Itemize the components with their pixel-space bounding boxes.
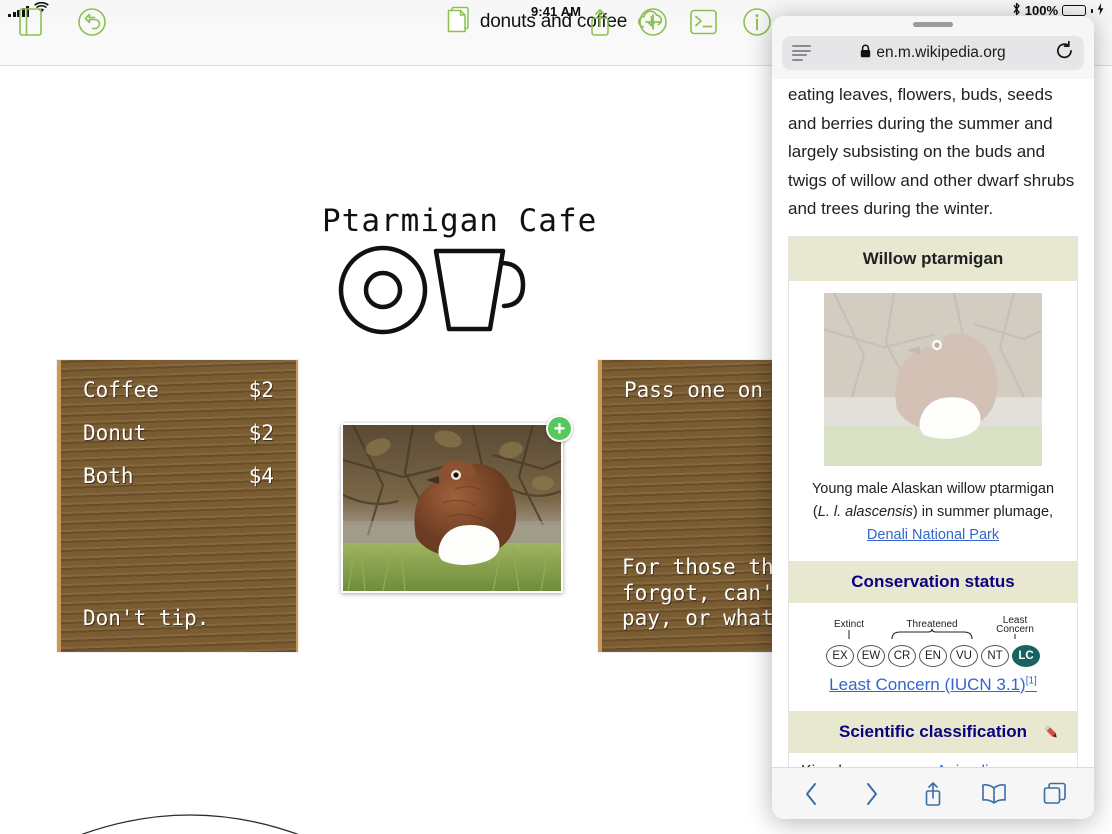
svg-text:Concern: Concern [996,624,1034,635]
infobox-conservation-status: Extinct Threatened Least Concern EX EW C… [789,603,1077,711]
infobox-image-cell [789,280,1077,474]
browser-url-bar-area: en.m.wikipedia.org [772,32,1094,79]
menu-item-label: Donut [83,421,147,445]
charging-bolt-icon [1097,3,1104,18]
svg-text:Extinct: Extinct [834,619,864,630]
caption-species-italic: L. l. alascensis [817,503,913,520]
pencil-edit-icon[interactable] [1040,716,1070,746]
web-page-content[interactable]: eating leaves, flowers, buds, seeds and … [772,79,1094,767]
iucn-category-en[interactable]: EN [919,644,947,667]
infobox-title: Willow ptarmigan [789,236,1077,281]
iucn-scale-labels: Extinct Threatened Least Concern [834,615,1034,639]
back-button[interactable] [789,774,833,814]
iucn-category-list: EX EW CR EN VU NT LC [797,644,1069,667]
large-arc-outline [0,750,390,834]
classification-row: Kingdom: Animalia [789,752,1077,767]
undo-button[interactable] [77,7,107,37]
url-text: en.m.wikipedia.org [876,44,1006,61]
bookmarks-button[interactable] [972,774,1016,814]
infobox-conservation-header: Conservation status [789,560,1077,603]
share-button[interactable] [586,7,614,37]
iucn-category-ex[interactable]: EX [826,644,854,667]
tabs-button[interactable] [1033,774,1077,814]
iucn-category-ew[interactable]: EW [857,644,885,667]
battery-cap [1091,8,1093,13]
forward-button[interactable] [850,774,894,814]
iucn-category-vu[interactable]: VU [950,644,978,667]
url-bar[interactable]: en.m.wikipedia.org [782,36,1084,70]
article-paragraph: eating leaves, flowers, buds, seeds and … [788,85,1075,218]
caption-line-1: Young male Alaskan willow ptarmigan [811,480,1055,497]
conservation-status-text: Least Concern (IUCN 3.1) [829,674,1026,694]
svg-text:Threatened: Threatened [906,619,957,630]
iucn-category-nt[interactable]: NT [981,644,1009,667]
menu-item-label: Both [83,464,134,488]
wikipedia-infobox: Willow ptarmigan Young male Alaskan will… [788,235,1078,767]
menu-row: Donut $2 [83,421,274,445]
info-button[interactable] [742,7,772,37]
iucn-category-lc-selected[interactable]: LC [1012,644,1040,667]
iucn-scale: Extinct Threatened Least Concern [797,615,1069,643]
plus-badge-icon: + [553,417,566,440]
drag-handle[interactable] [772,16,1094,32]
reference-marker[interactable]: [1] [1026,675,1037,686]
console-button[interactable] [689,9,718,36]
ptarmigan-photo[interactable] [341,423,563,593]
reload-icon[interactable] [1055,40,1074,66]
browser-overlay-panel[interactable]: en.m.wikipedia.org eating leaves, flower… [772,16,1094,819]
menu-row: Both $4 [83,464,274,488]
donut-and-coffee-cup-drawing [338,245,548,340]
screen: 9:41 AM 100% donuts and coffee Ptarmigan… [0,0,1112,834]
share-button[interactable] [911,774,955,814]
lock-icon [860,44,871,63]
url-text-group[interactable]: en.m.wikipedia.org [817,44,1049,63]
iucn-category-cr[interactable]: CR [888,644,916,667]
browser-bottom-toolbar [772,767,1094,819]
infobox-classification-header: Scientific classification [789,710,1077,753]
library-button[interactable] [18,7,43,37]
battery-icon [1062,5,1086,16]
menu-item-price: $2 [248,421,274,445]
infobox-caption: Young male Alaskan willow ptarmigan (L. … [789,474,1077,561]
cafe-title-text: Ptarmigan Cafe [322,203,598,239]
add-button[interactable] [638,7,668,37]
menu-item-price: $4 [248,464,274,488]
menu-row: Coffee $2 [83,378,274,402]
menu-card-footer: Don't tip. [83,606,210,630]
menu-item-price: $2 [248,378,274,402]
menu-card[interactable]: Coffee $2 Donut $2 Both $4 Don't tip. [57,360,298,652]
menu-item-label: Coffee [83,378,159,402]
conservation-status-link[interactable]: Least Concern (IUCN 3.1)[1] [797,675,1069,703]
classification-header-text: Scientific classification [838,721,1027,741]
caption-location-link[interactable]: Denali National Park [867,527,999,543]
caption-line-2: ) in summer plumage, [912,503,1054,520]
photo-add-badge[interactable]: + [546,415,573,442]
reader-menu-icon[interactable] [792,45,811,61]
infobox-bird-image [823,291,1043,466]
